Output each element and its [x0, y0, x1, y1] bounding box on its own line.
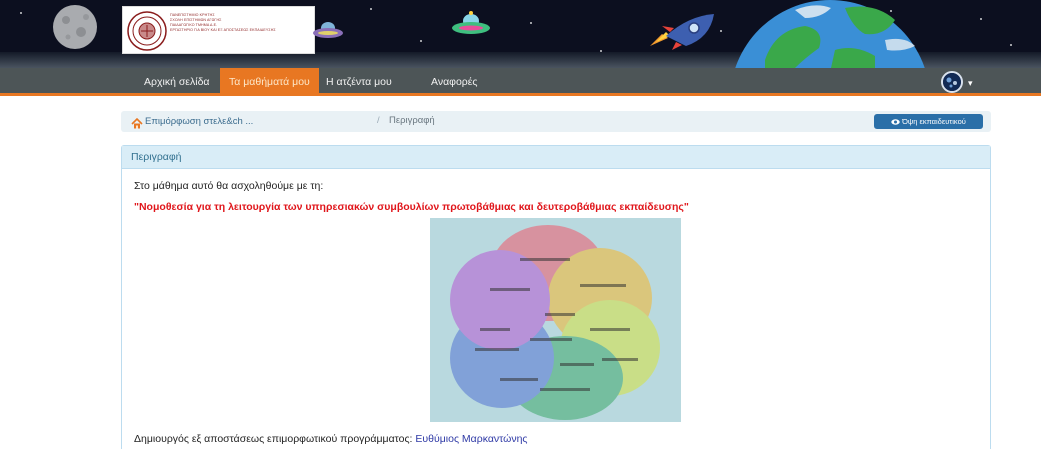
- breadcrumb-separator: /: [377, 115, 380, 126]
- creator-prefix: Δημιουργός εξ αποστάσεως επιμορφωτικού π…: [134, 433, 413, 445]
- moon-icon: [46, 4, 104, 55]
- logo-line: ΕΡΓΑΣΤΗΡΙΟ ΓΙΑ ΒΙΟΥ ΚΑΙ ΕΞ ΑΠΟΣΤΑΣΕΩΣ ΕΚ…: [170, 28, 276, 32]
- intro-text: Στο μάθημα αυτό θα ασχοληθούμε με τη:: [134, 180, 324, 192]
- avatar[interactable]: [941, 71, 963, 93]
- breadcrumb: Επιμόρφωση στελε&ch ... / Περιγραφή Όψη …: [121, 111, 991, 132]
- home-icon[interactable]: [131, 116, 143, 134]
- nav-reports[interactable]: Αναφορές: [422, 68, 487, 96]
- caret-down-icon[interactable]: ▾: [968, 78, 973, 89]
- creator-line: Δημιουργός εξ αποστάσεως επιμορφωτικού π…: [134, 433, 528, 445]
- university-logo[interactable]: ΠΑΝΕΠΙΣΤΗΜΙΟ ΚΡΗΤΗΣ ΣΧΟΛΗ ΕΠΙΣΤΗΜΩΝ ΑΓΩΓ…: [122, 6, 315, 54]
- nav-home[interactable]: Αρχική σελίδα: [135, 68, 219, 96]
- eye-icon: [891, 119, 900, 125]
- logo-text: ΠΑΝΕΠΙΣΤΗΜΙΟ ΚΡΗΤΗΣ ΣΧΟΛΗ ΕΠΙΣΤΗΜΩΝ ΑΓΩΓ…: [170, 13, 312, 33]
- panel-heading: Περιγραφή: [122, 146, 990, 169]
- ufo-icon: [450, 10, 492, 47]
- rocket-icon: [648, 12, 718, 55]
- teacher-view-label: Όψη εκπαιδευτικού: [902, 117, 966, 126]
- main-navbar: Αρχική σελίδα Τα μαθήματά μου Η ατζέντα …: [0, 68, 1041, 96]
- nav-my-agenda[interactable]: Η ατζέντα μου: [317, 68, 401, 96]
- breadcrumb-course[interactable]: Επιμόρφωση στελε&ch ...: [145, 115, 253, 128]
- description-panel: Περιγραφή Στο μάθημα αυτό θα ασχοληθούμε…: [121, 145, 991, 449]
- seal-icon: [127, 11, 167, 56]
- teacher-view-button[interactable]: Όψη εκπαιδευτικού: [874, 114, 983, 129]
- creator-link[interactable]: Ευθύμιος Μαρκαντώνης: [415, 433, 527, 445]
- nav-my-courses[interactable]: Τα μαθήματά μου: [220, 68, 319, 96]
- header-banner: ΠΑΝΕΠΙΣΤΗΜΙΟ ΚΡΗΤΗΣ ΣΧΟΛΗ ΕΠΙΣΤΗΜΩΝ ΑΓΩΓ…: [0, 0, 1041, 68]
- breadcrumb-current: Περιγραφή: [389, 115, 435, 126]
- ufo-icon: [312, 18, 344, 47]
- course-title: "Νομοθεσία για τη λειτουργία των υπηρεσι…: [134, 201, 689, 213]
- word-cloud-image: [430, 218, 681, 422]
- earth-icon: [735, 0, 925, 68]
